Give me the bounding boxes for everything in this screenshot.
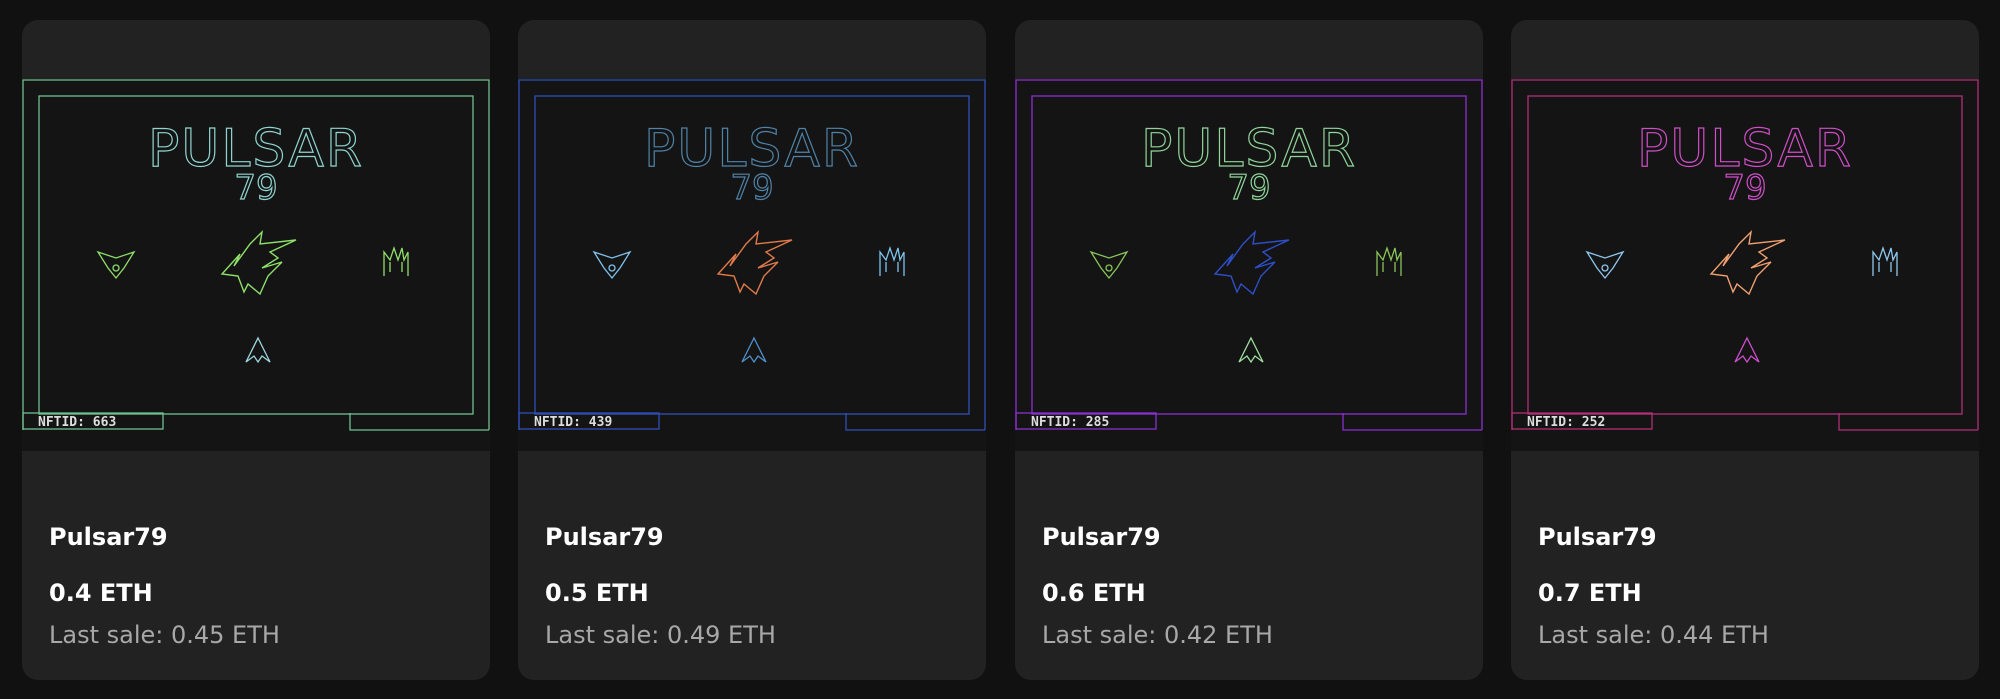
nft-id-label: NFTID: 663 <box>38 415 116 430</box>
nft-id-label: NFTID: 252 <box>1527 415 1605 430</box>
nft-id-label: NFTID: 285 <box>1031 415 1109 430</box>
last-sale: Last sale: 0.44 ETH <box>1538 621 1769 649</box>
collection-name: Pulsar79 <box>1042 523 1161 551</box>
collection-name: Pulsar79 <box>49 523 168 551</box>
nft-grid: NFTID: 663 PULSAR 79 Pulsar79 0.4 ETH Last… <box>0 0 2000 699</box>
nft-id-label: NFTID: 439 <box>534 415 612 430</box>
nft-card[interactable]: NFTID: 439 PULSAR 79 Pulsar79 0.5 ETH Last… <box>518 20 986 680</box>
price: 0.5 ETH <box>545 579 649 607</box>
price: 0.4 ETH <box>49 579 153 607</box>
last-sale: Last sale: 0.49 ETH <box>545 621 776 649</box>
price: 0.7 ETH <box>1538 579 1642 607</box>
game-logo-number: 79 <box>730 168 773 208</box>
last-sale: Last sale: 0.45 ETH <box>49 621 280 649</box>
collection-name: Pulsar79 <box>545 523 664 551</box>
nft-artwork: NFTID: 252PULSAR79 <box>1511 79 1979 451</box>
game-logo-number: 79 <box>1227 168 1270 208</box>
game-logo-number: 79 <box>234 168 277 208</box>
price: 0.6 ETH <box>1042 579 1146 607</box>
nft-card[interactable]: NFTID: 663 PULSAR 79 Pulsar79 0.4 ETH Last… <box>22 20 490 680</box>
collection-name: Pulsar79 <box>1538 523 1657 551</box>
nft-card[interactable]: NFTID: 285 PULSAR 79 Pulsar79 0.6 ETH Last… <box>1015 20 1483 680</box>
game-logo-number: 79 <box>1723 168 1766 208</box>
nft-artwork: NFTID: 439PULSAR79 <box>518 79 986 451</box>
nft-artwork: NFTID: 285PULSAR79 <box>1015 79 1483 451</box>
nft-artwork: NFTID: 663PULSAR79 <box>22 79 490 451</box>
nft-card[interactable]: NFTID: 252 PULSAR 79 Pulsar79 0.7 ETH Last… <box>1511 20 1979 680</box>
last-sale: Last sale: 0.42 ETH <box>1042 621 1273 649</box>
